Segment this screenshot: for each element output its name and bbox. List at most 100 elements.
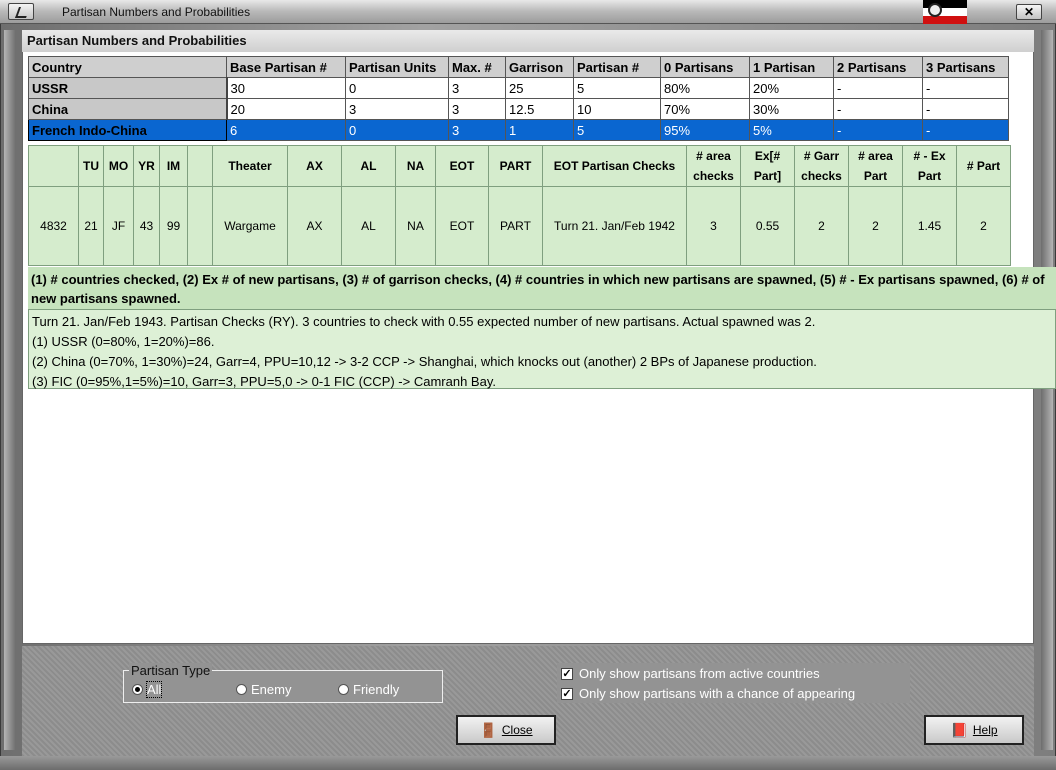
table-cell: 5% — [749, 119, 834, 141]
table-cell: 30 — [226, 77, 346, 99]
active-countries-checkbox[interactable]: ✓ Only show partisans from active countr… — [561, 666, 820, 681]
chance-appearing-label[interactable]: Only show partisans with a chance of app… — [579, 686, 855, 701]
partisan-type-label: Partisan Type — [129, 663, 213, 678]
col-partisan-num[interactable]: Partisan # — [573, 56, 661, 78]
table-row[interactable]: 4832 21 JF 43 99 Wargame AX AL NA EOT PA… — [28, 186, 1011, 266]
country-name[interactable]: USSR — [28, 77, 228, 99]
table-cell: 30% — [749, 98, 834, 120]
table-cell: - — [833, 98, 923, 120]
country-table: Country Base Partisan # Partisan Units M… — [28, 56, 1009, 141]
table-cell: NA — [395, 186, 436, 266]
german-flag-icon — [923, 0, 967, 24]
panel-title: Partisan Numbers and Probabilities — [27, 33, 247, 48]
close-button-label: Close — [501, 723, 533, 737]
table-cell: Turn 21. Jan/Feb 1942 — [542, 186, 687, 266]
col-1-partisan[interactable]: 1 Partisan — [749, 56, 834, 78]
table-row[interactable]: China 20 3 3 12.5 10 70% 30% - - — [28, 98, 1009, 120]
title-bar[interactable]: Partisan Numbers and Probabilities ✕ — [0, 0, 1056, 24]
country-name[interactable]: French Indo-China — [28, 119, 227, 141]
radio-all-indicator[interactable] — [132, 684, 143, 695]
table-cell: 3 — [448, 98, 506, 120]
table-cell: 0.55 — [740, 186, 795, 266]
note-line: (1) USSR (0=80%, 1=20%)=86. — [32, 334, 215, 349]
table-cell: 3 — [448, 77, 506, 99]
col-0-partisans[interactable]: 0 Partisans — [660, 56, 750, 78]
country-table-header: Country Base Partisan # Partisan Units M… — [28, 56, 1009, 78]
table-cell: 20 — [226, 98, 346, 120]
col-im: IM — [159, 145, 188, 187]
radio-enemy[interactable]: Enemy — [236, 682, 291, 697]
col-ex-part: Ex[# Part] — [740, 145, 795, 187]
col-3-partisans[interactable]: 3 Partisans — [922, 56, 1009, 78]
country-name[interactable]: China — [28, 98, 228, 120]
system-menu-icon[interactable] — [8, 3, 34, 20]
table-cell: 5 — [573, 119, 661, 141]
col-garr-checks: # Garr checks — [794, 145, 849, 187]
close-button[interactable]: 🚪 Close — [456, 715, 556, 745]
frame-left-edge — [4, 30, 16, 750]
radio-friendly-indicator[interactable] — [338, 684, 349, 695]
table-cell: Wargame — [212, 186, 288, 266]
col-base-partisan[interactable]: Base Partisan # — [226, 56, 346, 78]
radio-enemy-label[interactable]: Enemy — [251, 682, 291, 697]
table-cell: - — [833, 77, 923, 99]
table-cell: AX — [287, 186, 342, 266]
window-close-button[interactable]: ✕ — [1016, 4, 1042, 20]
help-button[interactable]: 📕 Help — [924, 715, 1024, 745]
table-cell: 99 — [159, 186, 188, 266]
column-legend: (1) # countries checked, (2) Ex # of new… — [28, 267, 1056, 309]
table-cell: - — [833, 119, 923, 141]
table-cell: 5 — [573, 77, 661, 99]
table-cell: 80% — [660, 77, 750, 99]
col-area-checks: # area checks — [686, 145, 741, 187]
radio-all[interactable]: All — [132, 681, 163, 698]
radio-all-label[interactable]: All — [145, 681, 163, 698]
help-book-icon: 📕 — [950, 721, 968, 738]
table-cell: 25 — [505, 77, 574, 99]
checkbox-checked-icon[interactable]: ✓ — [561, 687, 573, 700]
table-row-selected[interactable]: French Indo-China 6 0 3 1 5 95% 5% - - — [28, 119, 1009, 141]
active-countries-label[interactable]: Only show partisans from active countrie… — [579, 666, 820, 681]
note-line: (3) FIC (0=95%,1=5%)=10, Garr=3, PPU=5,0… — [32, 374, 496, 389]
col-minus-ex-part: # - Ex Part — [902, 145, 957, 187]
col-num-part: # Part — [956, 145, 1011, 187]
partisan-check-table: TU MO YR IM Theater AX AL NA EOT PART EO… — [28, 145, 1011, 266]
col-blank — [187, 145, 213, 187]
table-cell: 43 — [133, 186, 160, 266]
table-row[interactable]: USSR 30 0 3 25 5 80% 20% - - — [28, 77, 1009, 99]
close-door-icon: 🚪 — [479, 721, 497, 738]
note-line: Turn 21. Jan/Feb 1943. Partisan Checks (… — [32, 314, 816, 329]
col-theater: Theater — [212, 145, 288, 187]
radio-enemy-indicator[interactable] — [236, 684, 247, 695]
table-cell: 70% — [660, 98, 750, 120]
table-cell: 20% — [749, 77, 834, 99]
table-cell: 21 — [78, 186, 104, 266]
help-button-label: Help — [972, 723, 998, 737]
col-tu: TU — [78, 145, 104, 187]
col-eot: EOT — [435, 145, 489, 187]
check-table-header: TU MO YR IM Theater AX AL NA EOT PART EO… — [28, 145, 1011, 187]
table-cell: 2 — [848, 186, 903, 266]
col-2-partisans[interactable]: 2 Partisans — [833, 56, 923, 78]
table-cell: 0 — [345, 77, 449, 99]
col-max[interactable]: Max. # — [448, 56, 506, 78]
table-cell: 2 — [794, 186, 849, 266]
chance-appearing-checkbox[interactable]: ✓ Only show partisans with a chance of a… — [561, 686, 855, 701]
table-cell: 3 — [448, 119, 506, 141]
col-partisan-units[interactable]: Partisan Units — [345, 56, 449, 78]
col-garrison[interactable]: Garrison — [505, 56, 574, 78]
col-country[interactable]: Country — [28, 56, 227, 78]
col-area-part: # area Part — [848, 145, 903, 187]
col-id — [28, 145, 79, 187]
checkbox-checked-icon[interactable]: ✓ — [561, 667, 573, 680]
col-al: AL — [341, 145, 396, 187]
window-title: Partisan Numbers and Probabilities — [62, 5, 251, 19]
col-na: NA — [395, 145, 436, 187]
col-mo: MO — [103, 145, 134, 187]
table-cell: 10 — [573, 98, 661, 120]
table-cell — [187, 186, 213, 266]
radio-friendly[interactable]: Friendly — [338, 682, 399, 697]
col-ax: AX — [287, 145, 342, 187]
radio-friendly-label[interactable]: Friendly — [353, 682, 399, 697]
filter-checkboxes: ✓ Only show partisans from active countr… — [557, 663, 910, 703]
